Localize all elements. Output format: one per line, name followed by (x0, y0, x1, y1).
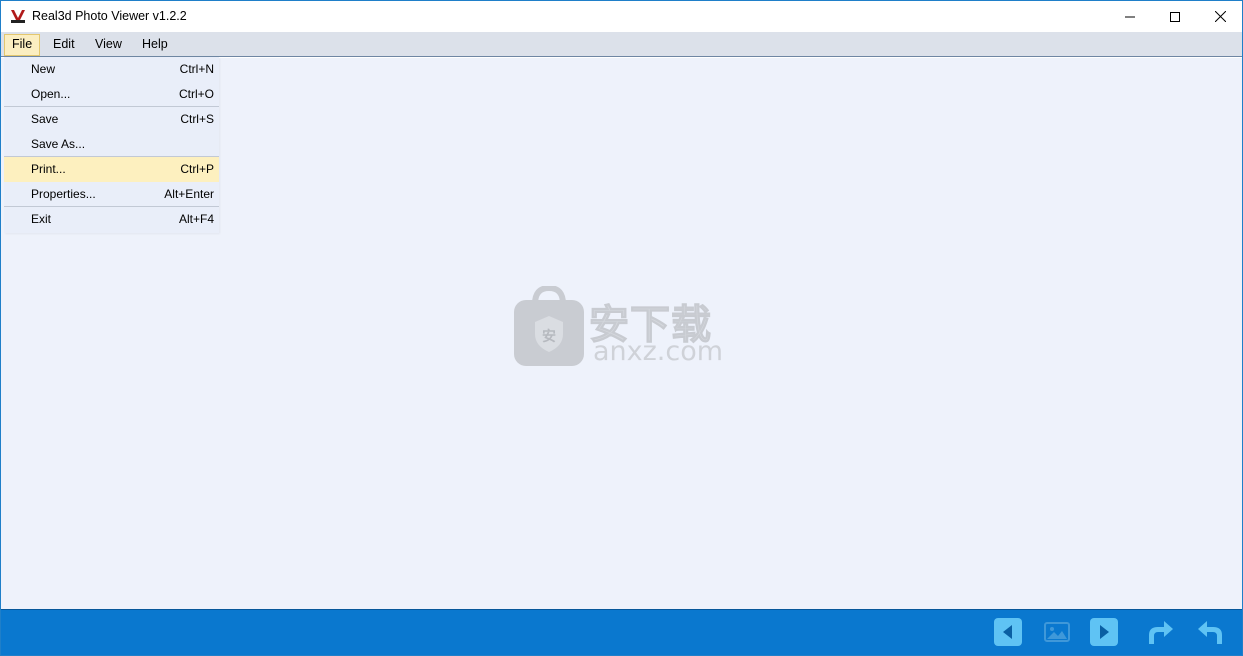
menu-item-save-as[interactable]: Save As... (4, 132, 219, 157)
image-icon (1042, 617, 1072, 650)
menu-item-label: Properties... (31, 187, 96, 201)
watermark-en-text: anxz.com (593, 336, 724, 367)
menu-edit[interactable]: Edit (45, 34, 83, 56)
menu-item-shortcut: Ctrl+P (180, 162, 214, 176)
title-bar[interactable]: Real3d Photo Viewer v1.2.2 (1, 1, 1242, 32)
menu-item-shortcut: Ctrl+S (180, 112, 214, 126)
menu-item-exit[interactable]: Exit Alt+F4 (4, 207, 219, 232)
bottom-toolbar (1, 609, 1242, 655)
menu-item-label: New (31, 62, 56, 76)
watermark-badge-text: 安 (542, 328, 556, 345)
minimize-button[interactable] (1107, 1, 1153, 32)
menu-item-label: Exit (31, 212, 52, 226)
menu-item-shortcut: Alt+F4 (178, 212, 214, 226)
menu-item-label: Open... (31, 87, 71, 101)
watermark: 安 安下载 anxz.com (513, 284, 733, 370)
app-window: Real3d Photo Viewer v1.2.2 File Edit Vie… (0, 0, 1243, 656)
menu-item-shortcut: Alt+Enter (164, 187, 214, 201)
menu-file[interactable]: File (4, 34, 41, 56)
menu-item-print[interactable]: Print... Ctrl+P (4, 157, 219, 182)
next-icon (1089, 617, 1119, 650)
image-button[interactable] (1041, 617, 1073, 649)
previous-button[interactable] (992, 617, 1024, 649)
next-button[interactable] (1088, 617, 1120, 649)
menu-item-label: Save (31, 112, 59, 126)
app-logo-icon (10, 8, 26, 24)
maximize-button[interactable] (1152, 1, 1198, 32)
minimize-icon (1125, 12, 1135, 22)
menu-item-shortcut: Ctrl+N (179, 62, 214, 76)
menu-item-label: Save As... (31, 137, 86, 151)
previous-icon (993, 617, 1023, 650)
rotate-right-icon (1145, 617, 1175, 650)
window-title: Real3d Photo Viewer v1.2.2 (32, 9, 187, 23)
maximize-icon (1170, 11, 1180, 22)
watermark-bag-icon: 安 (513, 284, 585, 368)
menu-item-open[interactable]: Open... Ctrl+O (4, 82, 219, 107)
menu-item-label: Print... (31, 162, 66, 176)
close-button[interactable] (1197, 1, 1242, 32)
menu-view[interactable]: View (87, 34, 130, 56)
menu-item-shortcut: Ctrl+O (178, 87, 214, 101)
file-menu-dropdown: New Ctrl+N Open... Ctrl+O Save Ctrl+S Sa… (4, 57, 219, 233)
menu-bar: File Edit View Help (1, 32, 1242, 57)
rotate-left-button[interactable] (1195, 617, 1227, 649)
rotate-right-button[interactable] (1144, 617, 1176, 649)
menu-item-save[interactable]: Save Ctrl+S (4, 107, 219, 132)
rotate-left-icon (1196, 617, 1226, 650)
menu-item-properties[interactable]: Properties... Alt+Enter (4, 182, 219, 207)
close-icon (1214, 11, 1226, 22)
menu-help[interactable]: Help (134, 34, 176, 56)
menu-item-new[interactable]: New Ctrl+N (4, 57, 219, 82)
